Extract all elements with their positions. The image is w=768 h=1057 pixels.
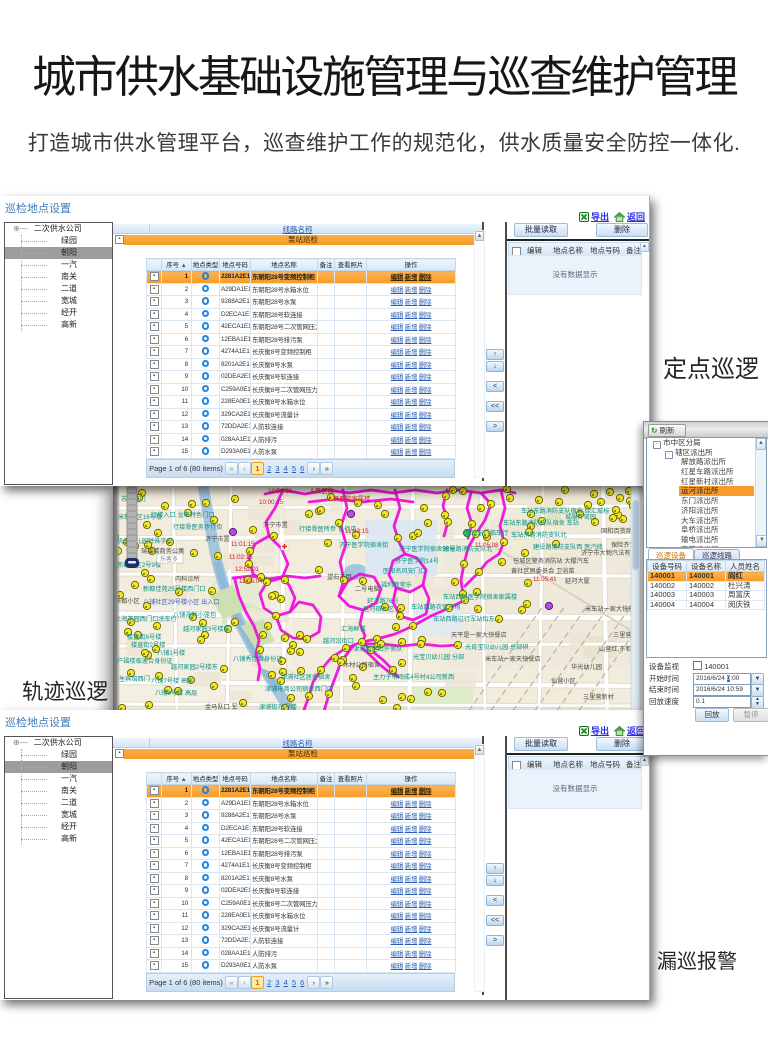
svg-text:车站东门临车行: 车站东门临车行 (465, 529, 508, 537)
svg-text:车站西路农贸市场: 车站西路农贸市场 (411, 603, 461, 611)
svg-text:楼直街2号楼: 楼直街2号楼 (131, 641, 165, 649)
svg-text:越河沿街口: 越河沿街口 (323, 637, 354, 645)
svg-text:新都小区2号9楼: 新都小区2号9楼 (117, 561, 161, 569)
svg-text:主力子市场成4号村4公司新西: 主力子市场成4号村4公司新西 (373, 673, 454, 681)
svg-text:车站东路消防支队北: 车站东路消防支队北 (511, 531, 567, 539)
svg-text:津浦电商公司宿舍西门口: 津浦电商公司宿舍西门口 (265, 685, 333, 693)
svg-text:天平是一家大快餐店: 天平是一家大快餐店 (451, 631, 507, 639)
svg-text:新都佳苑25号楼西门口: 新都佳苑25号楼西门口 (143, 585, 206, 593)
svg-text:黄社区居委员会 卫浴菜: 黄社区居委员会 卫浴菜 (511, 567, 575, 575)
svg-text:11:05:08: 11:05:08 (475, 542, 499, 549)
svg-text:米车站一家天快餐店: 米车站一家天快餐店 (485, 655, 541, 663)
svg-text:乐客多: 乐客多 (160, 555, 178, 563)
svg-text:楼直街6号楼: 楼直街6号楼 (127, 633, 161, 641)
svg-text:11:05:41: 11:05:41 (533, 576, 557, 583)
svg-text:越河家园2号楼东: 越河家园2号楼东 (171, 663, 218, 671)
svg-text:内科诊所: 内科诊所 (175, 575, 200, 583)
svg-text:济宁医学院宿舍街: 济宁医学院宿舍街 (339, 541, 389, 549)
svg-text:二号电脑: 二号电脑 (355, 585, 380, 593)
svg-text:行接骨医务步行街: 行接骨医务步行街 (173, 523, 223, 531)
svg-text:越河家园3号楼东: 越河家园3号楼东 (183, 625, 230, 633)
svg-text:八铺社区29号楼小区 出入口: 八铺社区29号楼小区 出入口 (143, 598, 220, 606)
svg-text:三里营新村: 三里营新村 (583, 693, 614, 701)
svg-text:机关幼儿园特殊学校: 机关幼儿园特殊学校 (117, 537, 173, 545)
svg-text:汇海鲜城: 汇海鲜城 (341, 625, 366, 633)
svg-text:济宁市置: 济宁市置 (263, 521, 288, 529)
svg-text:望石不倒: 望石不倒 (327, 573, 352, 581)
svg-text:10:00:15: 10:00:15 (259, 499, 284, 506)
svg-text:人民医院家属楼: 人民医院家属楼 (327, 495, 370, 503)
svg-text:生宾馆西门: 生宾馆西门 (119, 675, 150, 683)
svg-text:医阳名风安门口: 医阳名风安门口 (383, 567, 426, 575)
svg-text:米利小区16号楼: 米利小区16号楼 (118, 513, 162, 521)
svg-text:济宁市置: 济宁市置 (205, 535, 230, 543)
svg-text:济宁医学院14号: 济宁医学院14号 (395, 557, 439, 565)
svg-text:延河宿社区: 延河宿社区 (363, 605, 394, 613)
svg-text:车站西路过行军站街东: 车站西路过行军站街东 (433, 615, 495, 623)
svg-text:光育宝贝幼儿园 总部棋: 光育宝贝幼儿园 总部棋 (465, 643, 529, 651)
svg-text:延河路76号: 延河路76号 (367, 597, 399, 605)
svg-text:仙营小区: 仙营小区 (551, 677, 576, 685)
svg-text:木材公司宿舍: 木材公司宿舍 (343, 661, 380, 669)
svg-text:八铺8号楼 高层: 八铺8号楼 高层 (155, 689, 197, 697)
svg-text:华光幼儿园: 华光幼儿园 (571, 663, 602, 671)
svg-text:户福楼临速合身份证: 户福楼临速合身份证 (117, 657, 173, 665)
svg-text:11:02:15: 11:02:15 (229, 554, 253, 561)
svg-text:上海花园西门口洗车行: 上海花园西门口洗车行 (115, 615, 177, 623)
svg-text:三里营: 三里营 (613, 631, 632, 639)
svg-text:八铺7号楼 高层: 八铺7号楼 高层 (151, 677, 193, 685)
svg-text:12:52:01: 12:52:01 (235, 566, 260, 573)
svg-text:八铺海鲜小笼包: 八铺海鲜小笼包 (173, 611, 216, 619)
svg-text:八铺1号楼: 八铺1号楼 (157, 649, 185, 657)
svg-text:光宝贝幼儿园 分部: 光宝贝幼儿园 分部 (413, 653, 464, 661)
svg-text:10:59:56: 10:59:56 (268, 488, 293, 495)
svg-text:津浦街区口外侧队: 津浦街区口外侧队 (353, 645, 403, 653)
svg-text:11:05:04: 11:05:04 (239, 578, 263, 585)
svg-text:任城区警务消防站 大樱汽车: 任城区警务消防站 大樱汽车 (513, 557, 589, 565)
svg-text:人民医院: 人民医院 (309, 487, 334, 495)
svg-text:延河大厦: 延河大厦 (565, 577, 590, 585)
svg-text:车站西路医学院宿舍家属楼: 车站西路医学院宿舍家属楼 (443, 593, 517, 601)
svg-text:津浦社区居委宿舍: 津浦社区居委宿舍 (281, 673, 331, 681)
svg-text:11:01:15: 11:01:15 (231, 541, 255, 548)
svg-text:11:03:15: 11:03:15 (345, 528, 369, 535)
svg-text:福利教堂乐: 福利教堂乐 (381, 581, 412, 589)
svg-text:八铺秀连合身份证: 八铺秀连合身份证 (233, 655, 283, 663)
svg-text:城服齐驾园: 城服齐驾园 (565, 513, 596, 521)
